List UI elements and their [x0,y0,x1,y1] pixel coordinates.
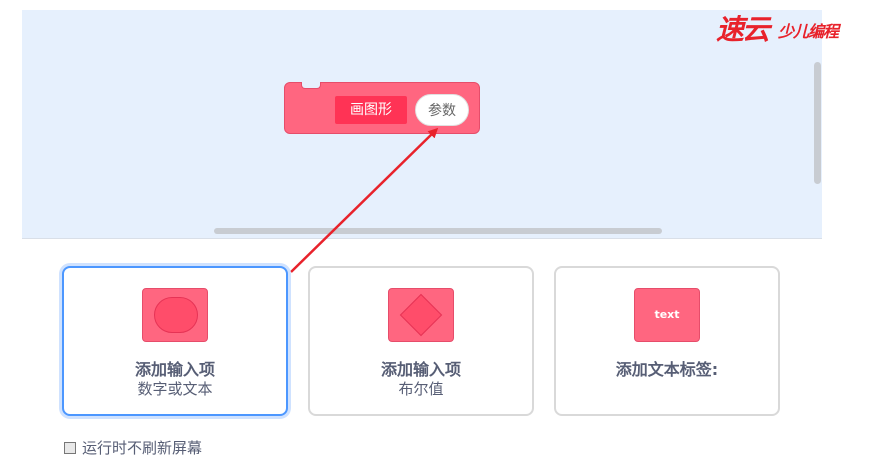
brand-logo: 速云 少儿编程 [716,8,866,46]
run-without-refresh-option[interactable]: 运行时不刷新屏幕 [64,438,202,458]
block-notch [301,82,321,89]
option-label: 运行时不刷新屏幕 [82,439,203,457]
card-title: 添加文本标签: [615,360,719,379]
logo-sub-text: 少儿编程 [778,22,839,41]
block-param-input[interactable]: 参数 [415,94,469,126]
add-input-number-text-button[interactable]: 添加输入项 数字或文本 [62,266,288,416]
run-without-refresh-checkbox[interactable] [64,441,76,454]
diamond-boolean-icon [388,288,454,342]
vertical-scrollbar[interactable] [814,62,821,184]
block-name-field[interactable]: 画图形 [335,96,407,124]
oval-input-icon [142,288,208,342]
custom-block-definition[interactable]: 画图形 参数 [284,82,480,134]
add-input-boolean-button[interactable]: 添加输入项 布尔值 [308,266,534,416]
card-subtitle: 布尔值 [398,380,444,398]
text-icon-label: text [654,308,680,321]
horizontal-scrollbar[interactable] [214,228,662,234]
oval-shape [154,297,198,333]
card-subtitle: 数字或文本 [137,380,213,398]
text-label-icon: text [634,288,700,342]
add-text-label-button[interactable]: text 添加文本标签: [554,266,780,416]
diamond-shape [399,293,443,337]
logo-main-text: 速云 [716,13,770,46]
card-title: 添加输入项 [380,360,461,379]
card-title: 添加输入项 [134,360,215,379]
